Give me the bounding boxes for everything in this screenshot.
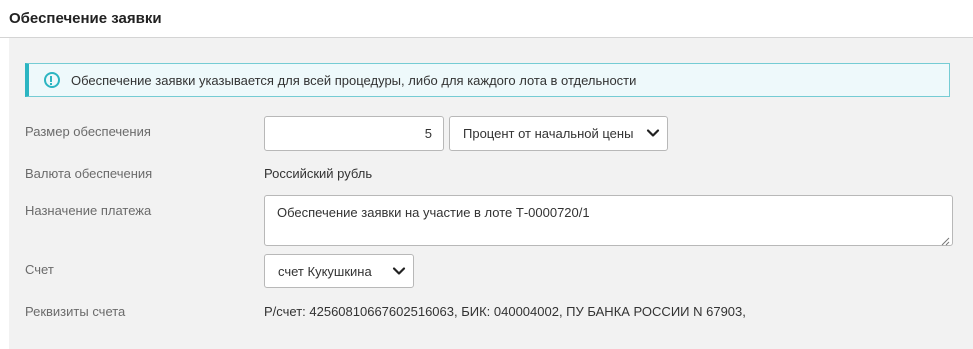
amount-label: Размер обеспечения (25, 124, 151, 139)
chevron-down-icon (392, 264, 406, 278)
purpose-label: Назначение платежа (25, 203, 152, 218)
account-label: Счет (25, 262, 54, 277)
chevron-down-icon (646, 126, 660, 140)
amount-type-select[interactable]: Процент от начальной цены (449, 116, 668, 151)
amount-type-selected: Процент от начальной цены (463, 126, 634, 141)
section-title: Обеспечение заявки (9, 10, 162, 27)
info-circle-icon (44, 72, 60, 88)
purpose-text: Обеспечение заявки на участие в лоте Т-0… (277, 205, 590, 220)
section-header: Обеспечение заявки (0, 0, 973, 38)
currency-label: Валюта обеспечения (25, 166, 153, 181)
account-details-value: Р/счет: 42560810667602516063, БИК: 04000… (264, 304, 746, 319)
account-selected: счет Кукушкина (278, 264, 372, 279)
amount-input[interactable]: 5 (264, 116, 444, 151)
currency-value: Российский рубль (264, 166, 373, 181)
purpose-textarea[interactable]: Обеспечение заявки на участие в лоте Т-0… (264, 195, 953, 246)
account-details-label: Реквизиты счета (25, 304, 126, 319)
info-alert: Обеспечение заявки указывается для всей … (25, 63, 950, 97)
alert-text: Обеспечение заявки указывается для всей … (71, 73, 637, 88)
account-select[interactable]: счет Кукушкина (264, 254, 414, 288)
resize-grip-icon[interactable] (941, 234, 950, 246)
